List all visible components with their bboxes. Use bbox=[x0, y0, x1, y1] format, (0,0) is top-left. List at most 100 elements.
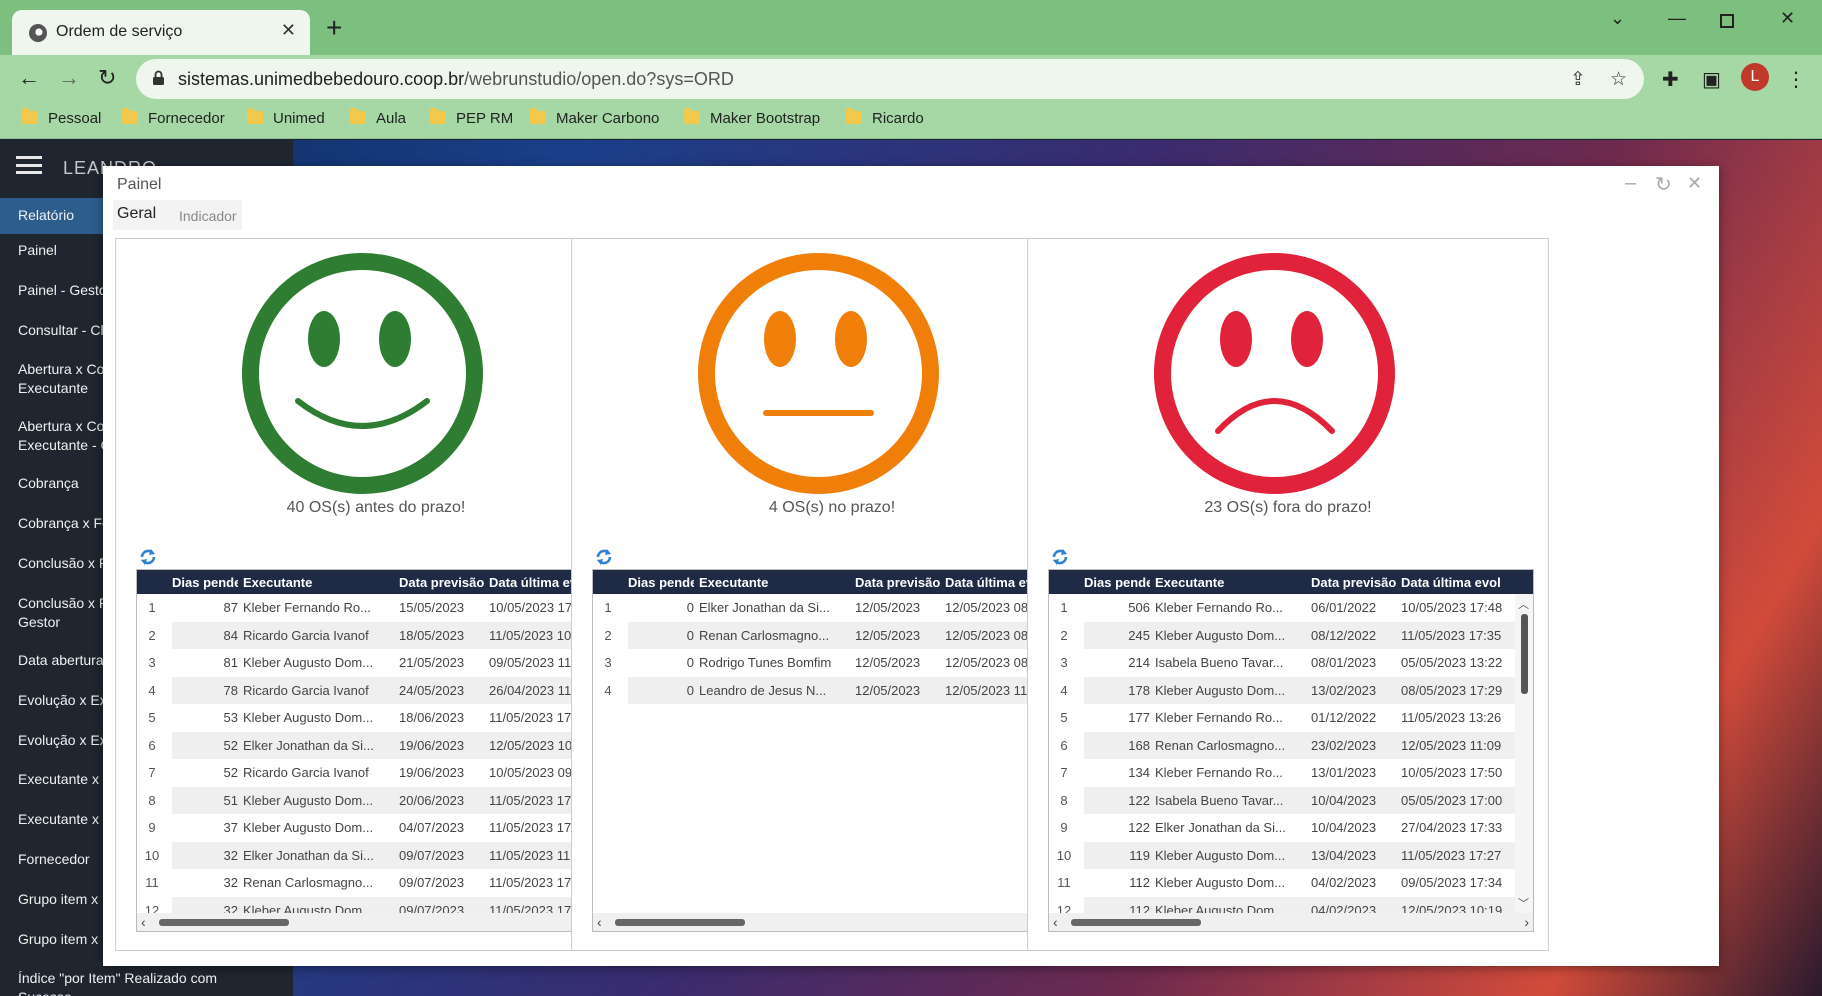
browser-tab[interactable]: Ordem de serviço ✕ bbox=[12, 10, 310, 55]
table-row[interactable]: 10 119 Kleber Augusto Dom... 13/04/2023 11/0… bbox=[1049, 841, 1533, 869]
table-row[interactable]: 3 0 Rodrigo Tunes Bomfim 12/05/2023 12/05/20… bbox=[593, 649, 1073, 676]
table-row[interactable]: 3 81 Kleber Augusto Dom... 21/05/2023 09/05/… bbox=[137, 649, 617, 676]
table-row[interactable]: 6 52 Elker Jonathan da Si... 19/06/2023 12/0… bbox=[137, 731, 617, 759]
table-row[interactable]: 8 122 Isabela Bueno Tavar... 10/04/2023 05/0… bbox=[1049, 786, 1533, 814]
table-row[interactable]: 10 32 Elker Jonathan da Si... 09/07/2023 11/… bbox=[137, 841, 617, 869]
minimize-modal-icon[interactable]: – bbox=[1625, 172, 1636, 195]
row-number: 3 bbox=[148, 655, 156, 670]
row-number: 8 bbox=[1060, 792, 1068, 808]
table-row[interactable]: 5 177 Kleber Fernando Ro... 01/12/2022 11/05… bbox=[1049, 704, 1533, 731]
close-window-icon[interactable]: ✕ bbox=[1780, 8, 1795, 29]
col-header-dias[interactable]: Dias pender bbox=[628, 575, 694, 590]
table-row[interactable]: 5 53 Kleber Augusto Dom... 18/06/2023 11/05/… bbox=[137, 704, 617, 731]
col-header-data-previsao[interactable]: Data previsão bbox=[399, 575, 485, 590]
table-row[interactable]: 4 178 Kleber Augusto Dom... 13/02/2023 08/05… bbox=[1049, 676, 1533, 704]
hamburger-menu-icon[interactable] bbox=[16, 156, 42, 174]
col-header-dias[interactable]: Dias pender bbox=[172, 575, 238, 590]
bookmark-star-icon[interactable]: ☆ bbox=[1610, 68, 1627, 91]
refresh-grid-icon[interactable] bbox=[138, 547, 158, 567]
bookmark-item[interactable]: Pessoal bbox=[22, 108, 101, 127]
share-icon[interactable]: ⇪ bbox=[1570, 68, 1586, 91]
extensions-icon[interactable]: ✚ bbox=[1662, 67, 1679, 92]
table-row[interactable]: 4 78 Ricardo Garcia Ivanof 24/05/2023 26/04/… bbox=[137, 676, 617, 704]
row-number: 10 bbox=[1056, 847, 1072, 863]
new-tab-icon[interactable]: + bbox=[326, 14, 342, 42]
horizontal-scrollbar[interactable]: ‹ › bbox=[137, 913, 617, 931]
bookmarks-bar: Pessoal Fornecedor Unimed Aula PEP RM Ma… bbox=[0, 103, 1822, 139]
close-tab-icon[interactable]: ✕ bbox=[281, 20, 296, 41]
scroll-down-icon[interactable]: ﹀ bbox=[1518, 895, 1529, 911]
table-row[interactable]: 9 122 Elker Jonathan da Si... 10/04/2023 27/… bbox=[1049, 814, 1533, 841]
bookmark-item[interactable]: PEP RM bbox=[430, 108, 513, 127]
bookmark-item[interactable]: Fornecedor bbox=[122, 108, 225, 127]
scroll-thumb[interactable] bbox=[615, 919, 745, 926]
table-row[interactable]: 11 32 Renan Carlosmagno... 09/07/2023 11/05/… bbox=[137, 869, 617, 896]
table-row[interactable]: 1 87 Kleber Fernando Ro... 15/05/2023 10/05/… bbox=[137, 594, 617, 621]
bookmark-item[interactable]: Maker Bootstrap bbox=[684, 108, 820, 127]
refresh-modal-icon[interactable]: ↻ bbox=[1655, 172, 1672, 197]
col-header-executante[interactable]: Executante bbox=[1155, 575, 1305, 590]
cell-data-previsao: 12/05/2023 bbox=[855, 627, 921, 643]
bookmark-item[interactable]: Maker Carbono bbox=[530, 108, 659, 127]
table-row[interactable]: 2 84 Ricardo Garcia Ivanof 18/05/2023 11/05/… bbox=[137, 621, 617, 649]
col-header-data-previsao[interactable]: Data previsão bbox=[855, 575, 941, 590]
col-header-data-ultima[interactable]: Data última evol bbox=[1401, 575, 1511, 590]
side-panel-icon[interactable]: ▣ bbox=[1702, 67, 1721, 92]
table-row[interactable]: 7 134 Kleber Fernando Ro... 13/01/2023 10/05… bbox=[1049, 759, 1533, 786]
cell-data-previsao: 08/12/2022 bbox=[1311, 627, 1377, 643]
col-header-executante[interactable]: Executante bbox=[699, 575, 849, 590]
refresh-grid-icon[interactable] bbox=[594, 547, 614, 567]
maximize-icon[interactable] bbox=[1720, 14, 1734, 28]
col-header-data-previsao[interactable]: Data previsão bbox=[1311, 575, 1397, 590]
table-row[interactable]: 7 52 Ricardo Garcia Ivanof 19/06/2023 10/05/… bbox=[137, 759, 617, 786]
table-row[interactable]: 2 0 Renan Carlosmagno... 12/05/2023 12/05/20… bbox=[593, 621, 1073, 649]
close-modal-icon[interactable]: ✕ bbox=[1687, 173, 1702, 194]
table-row[interactable]: 4 0 Leandro de Jesus N... 12/05/2023 12/05/2… bbox=[593, 676, 1073, 704]
browser-menu-icon[interactable]: ⋮ bbox=[1786, 67, 1806, 92]
bookmark-item[interactable]: Ricardo bbox=[846, 108, 924, 127]
bookmark-label: Unimed bbox=[273, 110, 325, 127]
address-bar[interactable]: sistemas.unimedbebedouro.coop.br/webruns… bbox=[136, 59, 1644, 99]
scroll-thumb[interactable] bbox=[1521, 614, 1528, 694]
profile-avatar[interactable]: L bbox=[1741, 63, 1769, 91]
cell-executante: Elker Jonathan da Si... bbox=[243, 737, 374, 753]
forward-icon[interactable]: → bbox=[58, 65, 80, 91]
col-header-executante[interactable]: Executante bbox=[243, 575, 393, 590]
tab-geral[interactable]: Geral bbox=[113, 200, 165, 230]
horizontal-scrollbar[interactable]: ‹ › bbox=[1049, 913, 1533, 931]
bookmark-item[interactable]: Unimed bbox=[247, 108, 325, 127]
scroll-left-icon[interactable]: ‹ bbox=[141, 914, 146, 930]
scroll-left-icon[interactable]: ‹ bbox=[597, 914, 602, 930]
horizontal-scrollbar[interactable]: ‹ › bbox=[593, 913, 1073, 931]
cell-executante: Elker Jonathan da Si... bbox=[699, 600, 830, 615]
cell-data-ultima: 11/05/2023 17:35 bbox=[1401, 627, 1502, 643]
tab-indicador[interactable]: Indicador bbox=[165, 200, 242, 230]
col-header-dias[interactable]: Dias pender bbox=[1084, 575, 1150, 590]
table-row[interactable]: 9 37 Kleber Augusto Dom... 04/07/2023 11/05/… bbox=[137, 814, 617, 841]
table-row[interactable]: 2 245 Kleber Augusto Dom... 08/12/2022 11/05… bbox=[1049, 621, 1533, 649]
vertical-scrollbar[interactable]: ︿﹀ bbox=[1515, 594, 1533, 913]
cell-data-ultima: 11/05/2023 13:26 bbox=[1401, 710, 1502, 725]
tab-search-icon[interactable]: ⌄ bbox=[1610, 8, 1625, 29]
scroll-thumb[interactable] bbox=[1071, 919, 1201, 926]
row-number: 4 bbox=[604, 682, 612, 698]
cell-data-previsao: 21/05/2023 bbox=[399, 655, 465, 670]
cell-data-previsao: 13/04/2023 bbox=[1311, 847, 1377, 863]
scroll-thumb[interactable] bbox=[159, 919, 289, 926]
table-row[interactable]: 8 51 Kleber Augusto Dom... 20/06/2023 11/05/… bbox=[137, 786, 617, 814]
table-row[interactable]: 3 214 Isabela Bueno Tavar... 08/01/2023 05/0… bbox=[1049, 649, 1533, 676]
cell-dias: 0 bbox=[686, 682, 694, 698]
reload-icon[interactable]: ↻ bbox=[98, 65, 116, 91]
scroll-left-icon[interactable]: ‹ bbox=[1053, 914, 1058, 930]
table-row[interactable]: 6 168 Renan Carlosmagno... 23/02/2023 12/05/… bbox=[1049, 731, 1533, 759]
table-row[interactable]: 11 112 Kleber Augusto Dom... 04/02/2023 09/0… bbox=[1049, 869, 1533, 896]
bookmark-item[interactable]: Aula bbox=[350, 108, 406, 127]
back-icon[interactable]: ← bbox=[18, 65, 40, 91]
minimize-icon[interactable]: — bbox=[1668, 8, 1686, 29]
table-row[interactable]: 1 0 Elker Jonathan da Si... 12/05/2023 12/05… bbox=[593, 594, 1073, 621]
table-row[interactable]: 1 506 Kleber Fernando Ro... 06/01/2022 10/05… bbox=[1049, 594, 1533, 621]
sidebar-item[interactable]: Índice "por Item" Realizado com Sucesso bbox=[0, 969, 293, 996]
refresh-grid-icon[interactable] bbox=[1050, 547, 1070, 567]
scroll-up-icon[interactable]: ︿ bbox=[1518, 596, 1529, 612]
scroll-right-icon[interactable]: › bbox=[1524, 914, 1529, 930]
